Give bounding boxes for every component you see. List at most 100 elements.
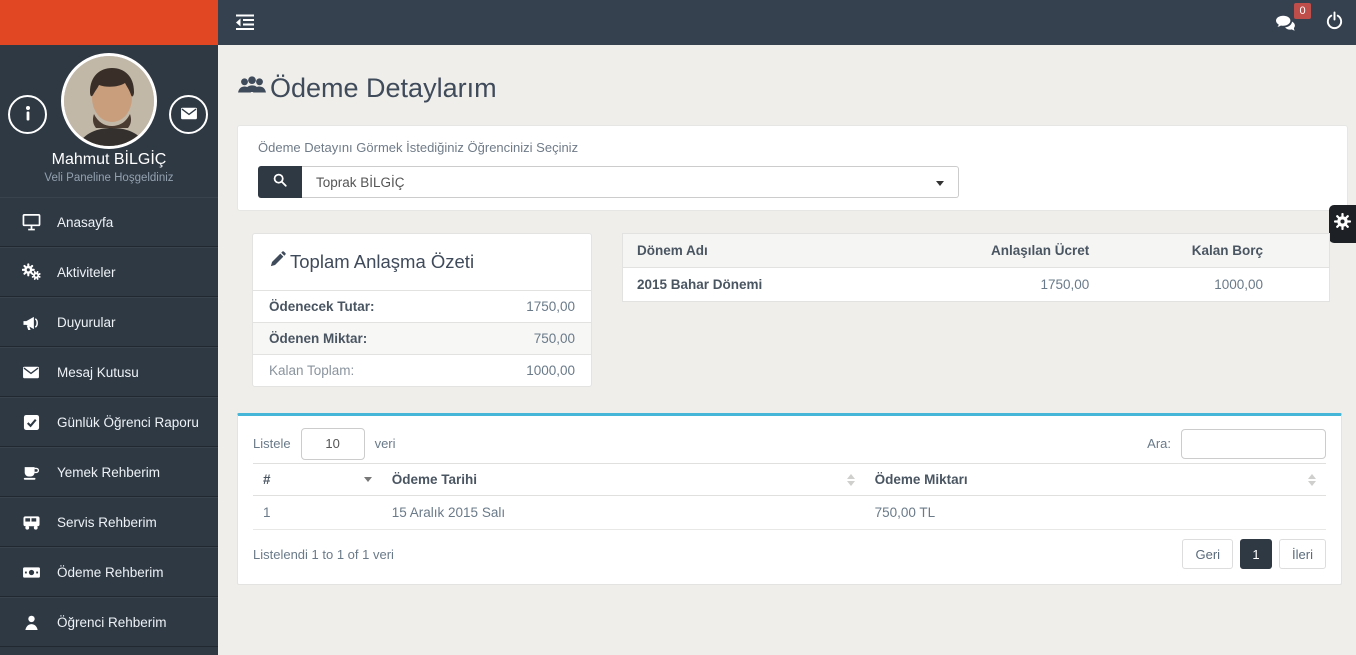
info-icon bbox=[21, 105, 35, 124]
table-row: 1 15 Aralık 2015 Salı 750,00 TL bbox=[253, 495, 1326, 530]
sidebar-item-servis-rehberim[interactable]: Servis Rehberim bbox=[0, 497, 218, 547]
power-icon bbox=[1325, 10, 1344, 34]
sort-icon bbox=[1308, 474, 1316, 486]
payments-header-index[interactable]: # bbox=[253, 463, 382, 496]
message-button[interactable] bbox=[169, 95, 208, 134]
sidebar-item-anasayfa[interactable]: Anasayfa bbox=[0, 197, 218, 247]
messages-badge: 0 bbox=[1294, 2, 1311, 19]
envelope-icon bbox=[180, 106, 198, 124]
student-select-label: Ödeme Detayını Görmek İstediğiniz Öğrenc… bbox=[258, 140, 579, 155]
info-button[interactable] bbox=[8, 95, 47, 134]
length-label-prefix: Listele bbox=[253, 436, 291, 451]
sidebar-item-gunluk-ogrenci-raporu[interactable]: Günlük Öğrenci Raporu bbox=[0, 397, 218, 447]
summary-row: Kalan Toplam: 1000,00 bbox=[253, 354, 591, 386]
sidebar-item-duyurular[interactable]: Duyurular bbox=[0, 297, 218, 347]
sort-icon bbox=[846, 474, 855, 486]
profile-section: Mahmut BİLGİÇ Veli Paneline Hoşgeldiniz bbox=[0, 45, 218, 197]
table-info: Listelendi 1 to 1 of 1 veri bbox=[253, 546, 394, 562]
user-icon bbox=[20, 614, 42, 631]
sidebar-item-mesaj-kutusu[interactable]: Mesaj Kutusu bbox=[0, 347, 218, 397]
student-select[interactable]: Toprak BİLGİÇ bbox=[302, 166, 959, 198]
sidebar-item-label: Ödeme Rehberim bbox=[57, 564, 164, 580]
bus-icon bbox=[20, 514, 42, 531]
summary-row-value: 1000,00 bbox=[526, 363, 575, 378]
student-select-card: Ödeme Detayını Görmek İstediğiniz Öğrenc… bbox=[237, 125, 1348, 211]
monitor-icon bbox=[20, 213, 42, 231]
page-length-select[interactable]: 10 bbox=[300, 427, 365, 460]
topbar: 0 bbox=[0, 0, 1356, 45]
chat-bubbles-icon bbox=[1275, 15, 1295, 36]
sidebar-item-aktiviteler[interactable]: Aktiviteler bbox=[0, 247, 218, 297]
payments-header-date[interactable]: Ödeme Tarihi bbox=[381, 463, 865, 496]
sidebar-toggle-button[interactable] bbox=[235, 13, 255, 32]
sidebar: Mahmut BİLGİÇ Veli Paneline Hoşgeldiniz … bbox=[0, 45, 218, 655]
summary-row: Ödenecek Tutar: 1750,00 bbox=[253, 290, 591, 322]
payments-header-amount[interactable]: Ödeme Miktarı bbox=[864, 463, 1326, 496]
agreement-summary-panel: Toplam Anlaşma Özeti Ödenecek Tutar: 175… bbox=[252, 233, 592, 387]
summary-row-label: Ödenen Miktar: bbox=[269, 331, 368, 346]
main-content: Ödeme Detaylarım Ödeme Detayını Görmek İ… bbox=[218, 45, 1356, 655]
sidebar-item-label: Aktiviteler bbox=[57, 264, 116, 280]
avatar bbox=[61, 53, 157, 149]
check-square-icon bbox=[20, 414, 42, 431]
payments-cell: 1 bbox=[253, 495, 382, 530]
sidebar-item-label: Öğrenci Rehberim bbox=[57, 614, 167, 630]
profile-name: Mahmut BİLGİÇ bbox=[51, 151, 167, 168]
search-addon bbox=[258, 166, 302, 198]
search-icon bbox=[272, 172, 288, 193]
money-icon bbox=[20, 565, 42, 580]
pencil-icon bbox=[269, 251, 286, 273]
sort-desc-icon bbox=[363, 477, 372, 482]
pagination: Geri 1 İleri bbox=[1182, 539, 1326, 569]
summary-row: Ödenen Miktar: 750,00 bbox=[253, 322, 591, 354]
period-table-header: Anlaşılan Ücret bbox=[954, 233, 1104, 268]
summary-row-value: 750,00 bbox=[533, 331, 575, 346]
settings-panel-button[interactable] bbox=[1329, 205, 1356, 243]
payments-cell: 750,00 TL bbox=[864, 495, 1326, 530]
payments-card: Listele 10 veri Ara: # Ödeme Tarihi Ödem… bbox=[237, 413, 1342, 585]
length-label-suffix: veri bbox=[374, 436, 396, 451]
summary-row-label: Kalan Toplam: bbox=[269, 363, 355, 378]
profile-subtitle: Veli Paneline Hoşgeldiniz bbox=[44, 172, 174, 184]
period-table: Dönem Adı Anlaşılan Ücret Kalan Borç 201… bbox=[622, 233, 1330, 302]
users-icon bbox=[237, 73, 267, 104]
page-title: Ödeme Detaylarım bbox=[237, 73, 497, 104]
pagination-next-button[interactable]: İleri bbox=[1279, 539, 1326, 569]
gear-icon bbox=[1334, 213, 1351, 235]
period-cell: 1750,00 bbox=[1040, 277, 1090, 292]
sidebar-item-yemek-rehberim[interactable]: Yemek Rehberim bbox=[0, 447, 218, 497]
sidebar-item-label: Duyurular bbox=[57, 314, 116, 330]
summary-row-label: Ödenecek Tutar: bbox=[269, 299, 375, 314]
pagination-page-1[interactable]: 1 bbox=[1240, 539, 1273, 569]
sidebar-item-label: Günlük Öğrenci Raporu bbox=[57, 414, 199, 430]
sidebar-item-odeme-rehberim[interactable]: Ödeme Rehberim bbox=[0, 547, 218, 597]
sidebar-menu: Anasayfa Aktiviteler Duyurular Mesaj Kut… bbox=[0, 197, 218, 647]
search-label: Ara: bbox=[1147, 436, 1171, 451]
bullhorn-icon bbox=[20, 314, 42, 331]
payments-cell: 15 Aralık 2015 Salı bbox=[381, 495, 865, 530]
brand-logo-area bbox=[0, 0, 218, 45]
search-input[interactable] bbox=[1181, 428, 1326, 459]
sidebar-item-label: Servis Rehberim bbox=[57, 514, 157, 530]
gears-icon bbox=[20, 263, 42, 281]
chevron-down-icon bbox=[936, 181, 944, 186]
outdent-icon bbox=[235, 14, 255, 36]
period-cell: 1000,00 bbox=[1214, 277, 1263, 292]
period-table-header: Kalan Borç bbox=[1103, 233, 1330, 268]
payments-table: # Ödeme Tarihi Ödeme Miktarı 1 15 Aralık… bbox=[253, 463, 1326, 530]
period-table-header: Dönem Adı bbox=[622, 233, 955, 268]
envelope-icon bbox=[20, 365, 42, 380]
period-cell: 2015 Bahar Dönemi bbox=[637, 277, 763, 292]
summary-row-value: 1750,00 bbox=[526, 299, 575, 314]
table-row: 2015 Bahar Dönemi 1750,00 1000,00 bbox=[623, 268, 1330, 302]
messages-button[interactable]: 0 bbox=[1275, 2, 1311, 32]
food-icon bbox=[20, 464, 42, 481]
pagination-prev-button[interactable]: Geri bbox=[1182, 539, 1234, 569]
sidebar-item-label: Yemek Rehberim bbox=[57, 464, 161, 480]
summary-title: Toplam Anlaşma Özeti bbox=[290, 251, 475, 272]
sidebar-item-label: Anasayfa bbox=[57, 214, 114, 230]
logout-button[interactable] bbox=[1325, 10, 1344, 35]
sidebar-item-ogrenci-rehberim[interactable]: Öğrenci Rehberim bbox=[0, 597, 218, 647]
sidebar-item-label: Mesaj Kutusu bbox=[57, 364, 139, 380]
student-select-value: Toprak BİLGİÇ bbox=[316, 174, 405, 190]
